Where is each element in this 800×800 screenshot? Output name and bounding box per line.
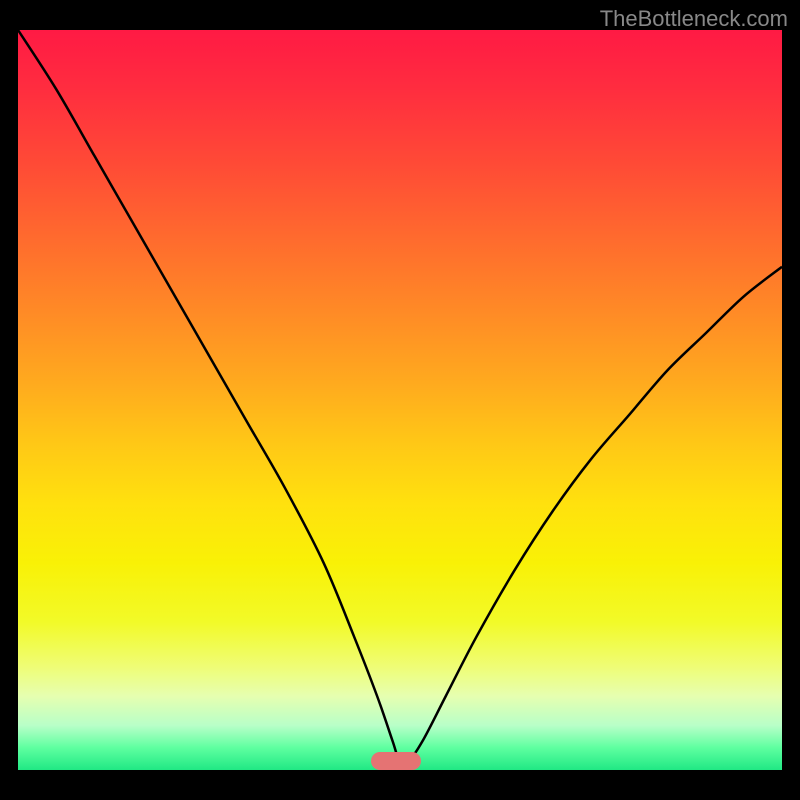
optimal-marker <box>371 752 421 770</box>
chart-plot-area <box>18 30 782 770</box>
watermark-text: TheBottleneck.com <box>600 6 788 32</box>
chart-svg <box>18 30 782 770</box>
bottleneck-curve-line <box>18 30 782 765</box>
